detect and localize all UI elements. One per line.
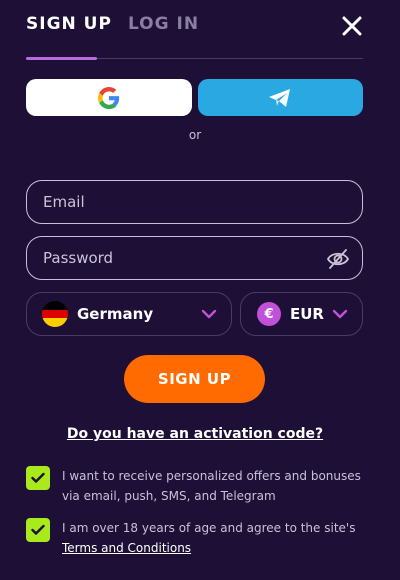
chevron-down-icon [332,309,348,319]
active-tab-indicator [26,57,97,60]
check-icon [31,524,45,535]
terms-link[interactable]: Terms and Conditions [62,541,191,555]
signup-submit-button[interactable]: SIGN UP [124,355,265,403]
activation-code-link[interactable]: Do you have an activation code? [0,426,390,442]
or-separator: or [188,128,202,142]
age-checkbox[interactable] [26,518,50,542]
telegram-icon [269,88,291,107]
age-consent-text: I am over 18 years of age and agree to t… [62,518,372,558]
google-login-button[interactable] [26,79,192,116]
offers-checkbox[interactable] [26,466,50,490]
offers-consent-text: I want to receive personalized offers an… [62,469,361,503]
email-input[interactable] [27,181,362,223]
euro-icon: € [257,302,281,326]
email-field-wrapper [26,180,363,224]
telegram-login-button[interactable] [197,79,363,116]
social-login [26,79,363,116]
chevron-down-icon [201,309,217,319]
password-input[interactable] [27,237,362,279]
country-select[interactable]: Germany [26,292,232,336]
check-icon [31,472,45,483]
germany-flag-icon [42,301,68,327]
country-label: Germany [77,305,154,323]
google-icon [97,86,119,109]
tab-login[interactable]: LOG IN [128,14,199,52]
age-consent-prefix: I am over 18 years of age and agree to t… [62,521,356,535]
close-icon [342,16,362,36]
password-field-wrapper [26,236,363,280]
tab-signup[interactable]: SIGN UP [26,14,112,52]
currency-select[interactable]: € EUR [240,292,363,336]
currency-label: EUR [290,305,324,323]
auth-tabs: SIGN UP LOG IN [26,14,199,52]
close-button[interactable] [340,14,364,38]
eye-off-icon[interactable] [326,248,350,270]
